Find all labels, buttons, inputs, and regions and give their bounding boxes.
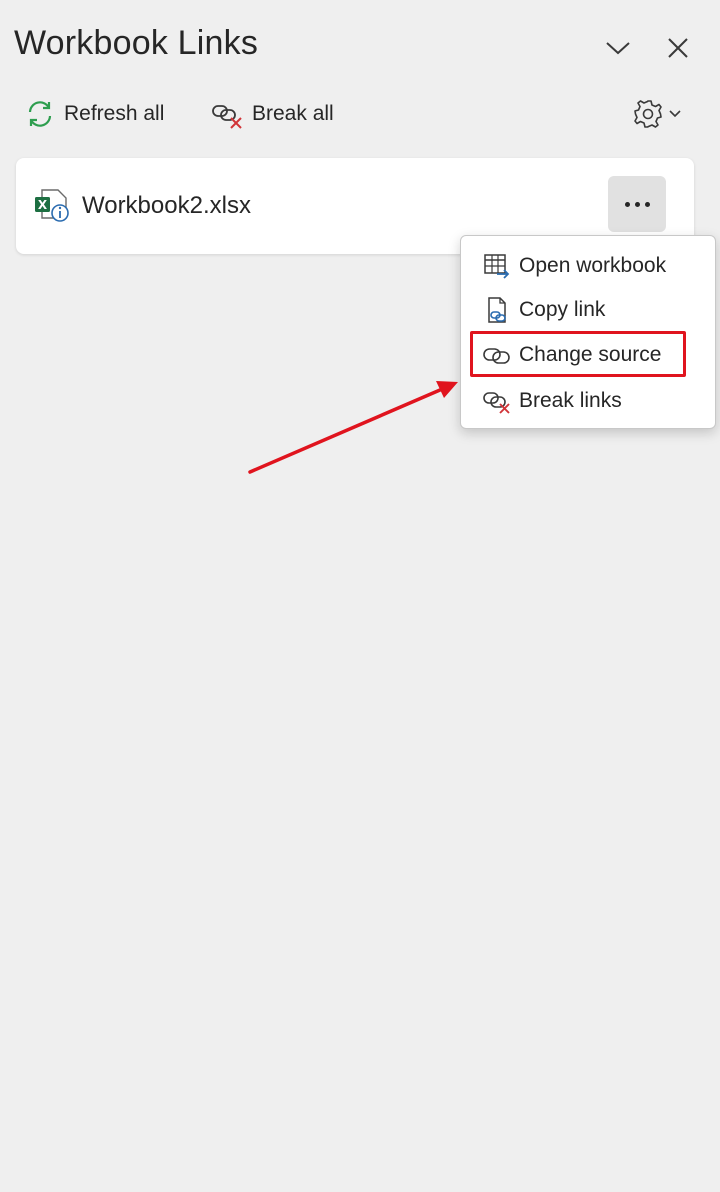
menu-item-label: Break links bbox=[519, 389, 622, 412]
more-options-button[interactable] bbox=[608, 176, 666, 232]
more-dot-icon bbox=[644, 201, 650, 207]
menu-item-label: Open workbook bbox=[519, 254, 667, 277]
pane-title: Workbook Links bbox=[14, 24, 259, 62]
refresh-all-label: Refresh all bbox=[64, 102, 165, 125]
more-dot-icon bbox=[624, 201, 630, 207]
menu-item-label: Copy link bbox=[519, 298, 606, 321]
chevron-down-icon bbox=[606, 42, 630, 55]
excel-file-info-icon: X bbox=[35, 189, 69, 222]
open-workbook-icon bbox=[481, 250, 513, 282]
chevron-down-icon bbox=[669, 110, 681, 118]
menu-item-open-workbook[interactable]: Open workbook bbox=[461, 245, 715, 287]
close-icon bbox=[668, 38, 688, 58]
refresh-icon bbox=[28, 101, 52, 127]
menu-item-label: Change source bbox=[519, 343, 662, 366]
menu-item-break-links[interactable]: Break links bbox=[461, 380, 715, 422]
svg-text:X: X bbox=[38, 198, 48, 212]
workbook-filename: Workbook2.xlsx bbox=[82, 192, 251, 219]
gear-icon bbox=[634, 100, 662, 128]
copy-link-icon bbox=[481, 294, 513, 326]
change-source-icon bbox=[481, 339, 513, 371]
break-link-icon bbox=[212, 105, 242, 129]
menu-item-copy-link[interactable]: Copy link bbox=[461, 289, 715, 331]
context-menu: Open workbook Copy link Change source Br… bbox=[460, 235, 716, 429]
close-pane-button[interactable] bbox=[660, 30, 696, 66]
break-links-icon bbox=[481, 385, 513, 417]
collapse-pane-button[interactable] bbox=[600, 30, 636, 66]
settings-button[interactable] bbox=[632, 96, 682, 132]
break-all-label: Break all bbox=[252, 102, 334, 125]
refresh-all-button[interactable]: Refresh all bbox=[24, 96, 164, 132]
break-all-button[interactable]: Break all bbox=[210, 96, 334, 132]
menu-item-change-source[interactable]: Change source bbox=[461, 334, 715, 376]
more-dot-icon bbox=[634, 201, 640, 207]
